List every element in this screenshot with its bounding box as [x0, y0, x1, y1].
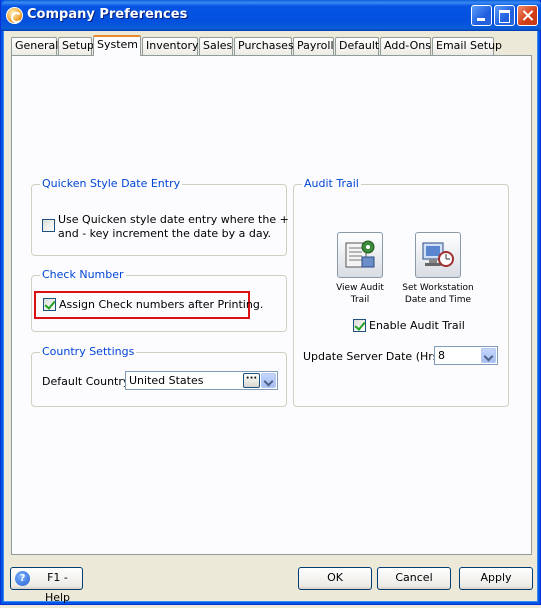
quicken-date-group: Quicken Style Date Entry Use Quicken sty…: [31, 177, 289, 256]
quicken-date-group-title: Quicken Style Date Entry: [40, 177, 183, 191]
check-number-group: Check Number Assign Check numbers after …: [31, 268, 287, 332]
audit-log-icon: [345, 240, 375, 268]
cancel-button[interactable]: Cancel: [377, 567, 451, 590]
view-audit-trail-label-line2: Trail: [350, 295, 370, 305]
apply-button[interactable]: Apply: [459, 567, 533, 590]
update-server-date-label: Update Server Date (Hrs): [303, 350, 443, 363]
set-workstation-label-line2: Date and Time: [404, 295, 472, 305]
ok-button[interactable]: OK: [298, 567, 372, 590]
tab-purchases[interactable]: Purchases: [234, 37, 294, 55]
tab-default[interactable]: Default: [335, 37, 379, 55]
help-icon: ?: [15, 571, 30, 586]
ellipsis-button[interactable]: ···: [243, 373, 260, 388]
system-tab-panel: Quicken Style Date Entry Use Quicken sty…: [11, 55, 532, 555]
workstation-clock-icon: [422, 242, 454, 267]
minimize-button[interactable]: [471, 5, 492, 26]
title-bar[interactable]: Company Preferences: [1, 0, 541, 31]
check-number-group-title: Check Number: [40, 268, 126, 282]
window-title: Company Preferences: [27, 7, 188, 22]
audit-trail-group-title: Audit Trail: [302, 177, 361, 191]
maximize-button[interactable]: [494, 5, 515, 26]
view-audit-trail-label-line1: View Audit: [336, 283, 384, 293]
default-country-label: Default Country: [42, 375, 130, 388]
audit-trail-group: Audit Trail View Audit Trail Set Worksta…: [293, 177, 509, 407]
chevron-down-icon[interactable]: [481, 348, 496, 363]
update-server-date-select[interactable]: 8: [434, 346, 498, 365]
enable-audit-trail-label: Enable Audit Trail: [369, 319, 465, 332]
default-country-combo[interactable]: United States ···: [125, 371, 278, 390]
tab-setup[interactable]: Setup: [58, 37, 94, 55]
tab-email-setup[interactable]: Email Setup: [432, 37, 502, 55]
close-button[interactable]: [517, 5, 538, 26]
enable-audit-trail-checkbox[interactable]: [353, 319, 366, 332]
set-workstation-date-button[interactable]: [415, 232, 461, 278]
default-country-value: United States: [129, 374, 204, 387]
set-workstation-label-line1: Set Workstation: [402, 283, 474, 293]
view-audit-trail-button[interactable]: [337, 232, 383, 278]
quicken-date-checkbox[interactable]: [42, 219, 55, 232]
company-preferences-window: Company Preferences General Setup System…: [0, 0, 541, 605]
tab-system[interactable]: System: [93, 35, 141, 56]
assign-check-numbers-checkbox[interactable]: [43, 298, 56, 311]
update-server-date-value: 8: [438, 349, 445, 362]
help-button-label: F1 - Help: [44, 571, 71, 604]
tab-payroll[interactable]: Payroll: [293, 37, 334, 55]
chevron-down-icon[interactable]: [261, 373, 276, 388]
tab-add-ons[interactable]: Add-Ons: [380, 37, 431, 55]
quicken-date-label-line2: and - key increment the date by a day.: [58, 227, 272, 240]
quicken-date-label-line1: Use Quicken style date entry where the +: [58, 213, 289, 226]
country-settings-group-title: Country Settings: [40, 345, 137, 359]
tab-inventory[interactable]: Inventory: [142, 37, 199, 55]
tab-general[interactable]: General: [11, 37, 58, 55]
help-button[interactable]: ? F1 - Help: [10, 567, 83, 604]
assign-check-numbers-label: Assign Check numbers after Printing.: [59, 298, 264, 311]
country-settings-group: Country Settings Default Country United …: [31, 345, 287, 407]
app-icon: [6, 7, 23, 24]
tab-sales[interactable]: Sales: [199, 37, 233, 55]
